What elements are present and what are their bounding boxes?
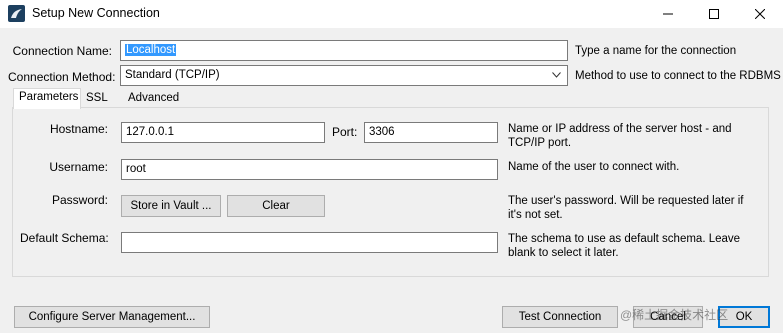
minimize-button[interactable] (645, 0, 691, 28)
port-input[interactable]: 3306 (364, 122, 498, 143)
watermark: @稀土掘金技术社区 (620, 308, 729, 322)
port-label: Port: (332, 125, 358, 139)
username-description: Name of the user to connect with. (508, 161, 680, 173)
test-connection-button[interactable]: Test Connection (502, 306, 618, 328)
close-button[interactable] (737, 0, 783, 28)
chevron-down-icon (552, 72, 561, 78)
configure-server-management-button[interactable]: Configure Server Management... (14, 306, 210, 328)
connection-method-description: Method to use to connect to the RDBMS (575, 70, 781, 82)
password-description: The user's password. Will be requested l… (508, 195, 744, 221)
connection-name-input[interactable]: Localhost (120, 40, 568, 61)
store-in-vault-button[interactable]: Store in Vault ... (121, 195, 221, 217)
clear-password-button[interactable]: Clear (227, 195, 325, 217)
connection-name-label: Connection Name: (12, 44, 112, 58)
hostname-input[interactable]: 127.0.0.1 (121, 122, 325, 143)
password-label: Password: (51, 193, 108, 207)
default-schema-label: Default Schema: (20, 231, 109, 245)
username-label: Username: (49, 160, 108, 174)
default-schema-description: The schema to use as default schema. Lea… (508, 233, 741, 259)
window-title: Setup New Connection (32, 6, 160, 20)
connection-name-description: Type a name for the connection (575, 45, 737, 57)
tab-parameters[interactable]: Parameters (13, 88, 81, 109)
minimize-icon (663, 13, 673, 15)
connection-method-select[interactable]: Standard (TCP/IP) (120, 65, 568, 86)
close-icon (755, 9, 765, 19)
maximize-icon (709, 9, 719, 19)
title-bar: Setup New Connection (0, 0, 783, 28)
maximize-button[interactable] (691, 0, 737, 28)
hostname-description: Name or IP address of the server host - … (508, 123, 732, 149)
mysql-workbench-icon (8, 5, 25, 22)
username-input[interactable]: root (121, 159, 498, 180)
hostname-label: Hostname: (49, 122, 108, 136)
connection-name-value: Localhost (125, 44, 177, 56)
default-schema-input[interactable] (121, 232, 498, 253)
connection-method-label: Connection Method: (8, 70, 116, 84)
connection-method-value: Standard (TCP/IP) (125, 69, 220, 81)
